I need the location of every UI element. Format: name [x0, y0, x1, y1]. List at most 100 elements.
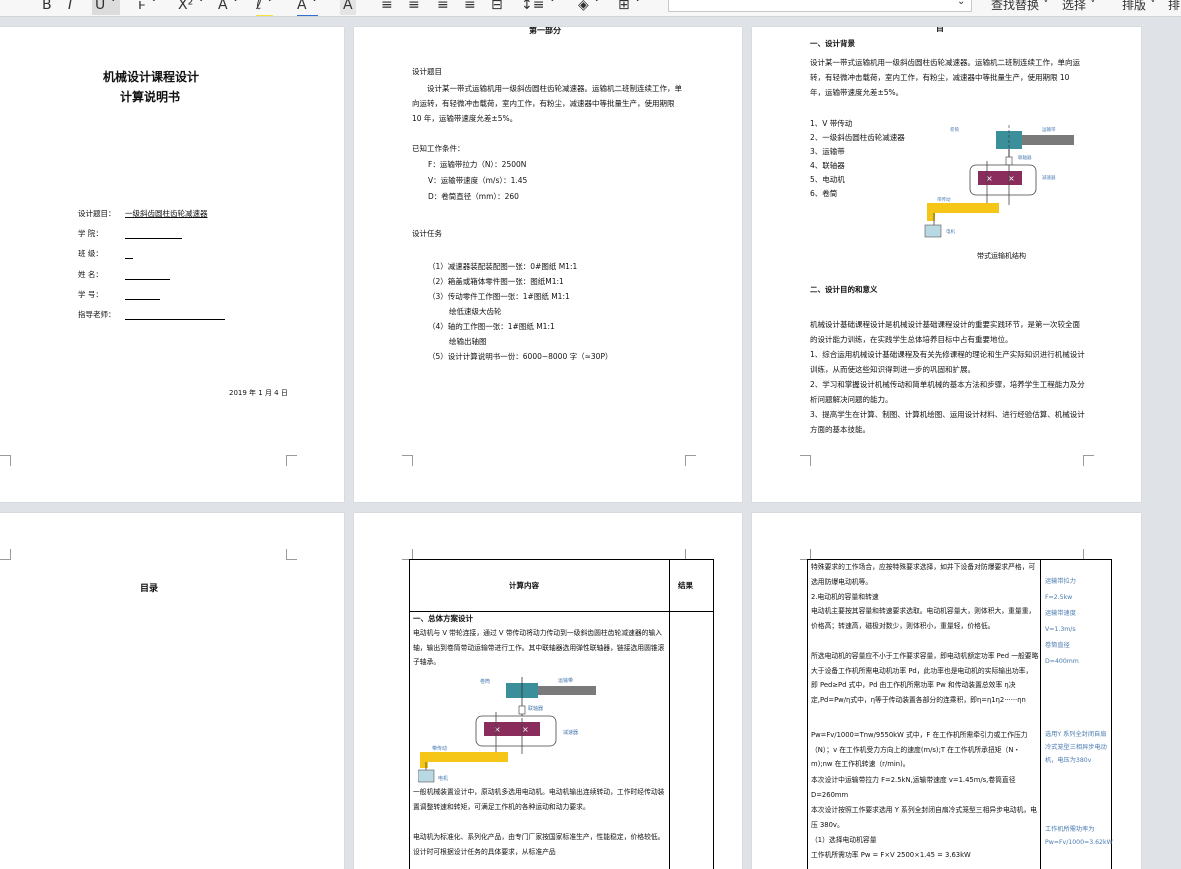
part-item: 3、运输带: [810, 147, 845, 156]
shading-icon[interactable]: ◈ ˅: [578, 0, 600, 15]
side-note: 运输带速度: [1045, 610, 1076, 617]
style-gallery[interactable]: ⌄: [668, 0, 972, 12]
fig2-label-reducer: 减速器: [563, 729, 578, 736]
task-item: 绘输出轴图: [449, 337, 487, 346]
svg-text:×: ×: [522, 725, 529, 734]
distributed-button[interactable]: ⊟: [491, 0, 503, 15]
fig-label-motor: 电机: [946, 228, 955, 235]
crop-mark: [402, 455, 413, 466]
part-header: 第一部分: [529, 27, 561, 35]
page-calc-2: 特殊要求的工作场合，应按特殊要求选择，如井下设备对防爆要求严格，可选用防爆电动机…: [752, 513, 1141, 869]
arrange-button[interactable]: 排版 ˅: [1122, 0, 1156, 15]
part-item: 6、卷筒: [810, 189, 838, 198]
page-calc-1: 计算内容 结果 一、总体方案设计 电动机与 V 带轮连接，通过 V 带传动将动力…: [354, 513, 742, 869]
part-item: 1、V 带传动: [810, 119, 853, 128]
calc-line: Pw=Fv/1000=Tnw/9550kW 式中，F 在工作机所需牵引力或工作压…: [811, 731, 1028, 768]
overall-intro: 电动机与 V 带轮连接，通过 V 带传动将动力传动到一级斜齿圆柱齿轮减速器的输入…: [413, 629, 665, 666]
crop-mark: [800, 455, 811, 466]
table-col-divider: [1040, 560, 1041, 869]
align-center-button[interactable]: ≡: [408, 0, 420, 15]
field-class-line: [125, 258, 133, 259]
field-advisor-label: 指导老师：: [78, 310, 116, 319]
field-name-label: 姓 名：: [78, 270, 103, 279]
condition-diameter: D：卷筒直径（mm）：260: [428, 192, 519, 201]
calc-line: 2.电动机的容量和转速: [811, 593, 879, 601]
arrange2-button[interactable]: 排: [1168, 0, 1180, 15]
page-toc: 目录: [0, 513, 344, 869]
line-spacing-button[interactable]: ↕≡ ˅: [521, 0, 556, 15]
bold-button[interactable]: B: [42, 0, 52, 15]
char-shading-button[interactable]: A: [340, 0, 356, 15]
task-item: （3）传动零件工作图一张：1#图纸 M1:1: [428, 292, 570, 301]
fig2-label-belt: 运输带: [558, 677, 573, 684]
ribbon-toolbar: B I U ˅ ⱶ ˅ X² ˅ A ˅ ℓ ˅ A ˅ A ≡ ≡ ≡ ≡ ⊟…: [0, 0, 1181, 17]
field-id-label: 学 号：: [78, 290, 103, 299]
fig2-label-vbelt: 带传动: [432, 745, 447, 752]
align-left-button[interactable]: ≡: [381, 0, 393, 15]
fig-label-belt: 运输带: [1042, 126, 1056, 133]
task-item: （1）减速器装配装配图一张：0#图纸 M1:1: [428, 262, 578, 271]
arrange-label: 排版: [1122, 0, 1147, 12]
conveyor-diagram: × × 卷筒 运输带 联轴器 减速器 带传动 电机: [924, 125, 1074, 238]
condition-speed: V：运输带速度（m/s）：1.45: [428, 176, 528, 185]
page-background: 目 一、设计背景 设计某一带式运输机用一级斜齿圆柱齿轮减速器。运输机二班制连续工…: [752, 27, 1141, 502]
fig-label-reducer: 减速器: [1042, 174, 1056, 181]
side-note: V=1.3m/s: [1045, 626, 1076, 633]
page-cover: 机械设计课程设计 计算说明书 设计题目： 一级斜齿圆柱齿轮减速器 学 院： 班 …: [0, 27, 344, 502]
select-button[interactable]: 选择 ˅: [1062, 0, 1096, 15]
toc-title: 目录: [140, 584, 159, 594]
borders-icon[interactable]: ⊞ ˅: [618, 0, 641, 15]
highlight-color-button[interactable]: ℓ ˅: [256, 0, 274, 16]
col-header-content: 计算内容: [509, 581, 539, 590]
field-advisor-line: [125, 319, 225, 320]
superscript-button[interactable]: X² ˅: [178, 0, 205, 15]
fig-label-vbelt: 带传动: [937, 196, 951, 203]
calc-line: 所选电动机的容量应不小于工作要求容量，即电动机额定功率 Ped 一般要略大于设备…: [811, 652, 1039, 704]
side-note: F=2.5kw: [1045, 594, 1073, 601]
task-item: （2）箱盖或箱体零件图一张：图纸M1:1: [428, 277, 564, 286]
field-id-line: [125, 299, 160, 300]
cover-date: 2019 年 1 月 4 日: [229, 389, 288, 397]
known-heading: 已知工作条件：: [412, 144, 465, 153]
task-item: （4）轴的工作图一张：1#图纸 M1:1: [428, 322, 555, 331]
find-replace-button[interactable]: 查找替换 ˅: [991, 0, 1049, 15]
tasks-heading: 设计任务: [412, 229, 442, 238]
calc-line: 本次设计按照工作要求选用 Y 系列全封闭自扇冷式笼型三相异步电动机，电压 380…: [811, 806, 1037, 829]
task-item: （5）设计计算说明书一份：6000~8000 字（≈30P）: [428, 352, 613, 361]
calc-line: 电动机主要按其容量和转速要求选取。电动机容量大，则体积大，重量重，价格高；转速高…: [811, 607, 1036, 630]
calc-line: （1）选择电动机容量: [811, 836, 877, 844]
arrange2-label: 排: [1168, 0, 1181, 12]
background-text: 设计某一带式运输机用一级斜齿圆柱齿轮减速器。运输机二班制连续工作，单向运转，有轻…: [810, 58, 1080, 97]
text-effect-button[interactable]: A ˅: [218, 0, 239, 15]
calc-line: 工作机所需功率 Pw = F×V 2500×1.45 = 3.63kW: [811, 851, 971, 859]
crop-mark: [0, 549, 11, 560]
overall-design-heading: 一、总体方案设计: [413, 614, 473, 623]
calc-table-2: 特殊要求的工作场合，应按特殊要求选择，如井下设备对防爆要求严格，可选用防爆电动机…: [807, 559, 1113, 869]
underline-button[interactable]: U ˅: [92, 0, 120, 15]
field-college-line: [125, 238, 182, 239]
font-color-button[interactable]: A ˅: [297, 0, 319, 16]
table-col-divider: [669, 560, 670, 869]
fig-label-coupling: 联轴器: [1018, 154, 1032, 161]
calc-line: 特殊要求的工作场合，应按特殊要求选择，如井下设备对防爆要求严格，可选用防爆电动机…: [811, 563, 1036, 586]
fig2-label-coupling: 联轴器: [528, 705, 543, 712]
crop-mark: [685, 455, 696, 466]
svg-text:×: ×: [494, 725, 501, 734]
page-part-one: 第一部分 设计题目 设计某一带式运输机用一级斜齿圆柱齿轮减速器。运输机二班制连续…: [354, 27, 742, 502]
calc-table: 计算内容 结果 一、总体方案设计 电动机与 V 带轮连接，通过 V 带传动将动力…: [409, 559, 714, 869]
topic-heading: 设计题目: [412, 67, 442, 76]
purpose-paragraph: 1、综合运用机械设计基础课程及有关先修课程的理论和生产实际知识进行机械设计训练，…: [810, 350, 1085, 374]
justify-button[interactable]: ≡: [464, 0, 476, 15]
motor-text-1: 一般机械装置设计中，原动机多选用电动机。电动机输出连续转动，工作时经传动装置调整…: [413, 788, 665, 811]
align-right-button[interactable]: ≡: [437, 0, 449, 15]
crop-mark: [286, 455, 297, 466]
fig2-label-drum: 卷筒: [480, 678, 490, 685]
field-topic-label: 设计题目：: [78, 209, 116, 218]
field-college-label: 学 院：: [78, 229, 103, 238]
part-item: 5、电动机: [810, 175, 845, 184]
crop-mark: [0, 455, 11, 466]
italic-button[interactable]: I: [68, 0, 72, 15]
fig-label-drum: 卷筒: [950, 126, 959, 133]
strikethrough-button[interactable]: ⱶ ˅: [138, 0, 157, 15]
part-item: 4、联轴器: [810, 161, 845, 170]
